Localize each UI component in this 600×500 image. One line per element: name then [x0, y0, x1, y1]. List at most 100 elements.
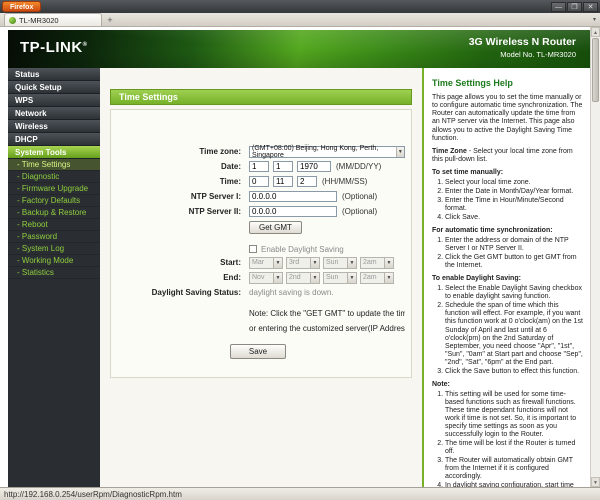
time-label: Time:: [219, 177, 241, 186]
time-minute-input[interactable]: [273, 176, 293, 187]
timezone-select[interactable]: (GMT+08:00) Beijing, Hong Kong, Perth, S…: [249, 144, 405, 159]
sidebar-item-statistics[interactable]: - Statistics: [8, 267, 100, 279]
banner-product-info: 3G Wireless N Router Model No. TL-MR3020: [469, 36, 576, 59]
product-name: 3G Wireless N Router: [468, 36, 576, 48]
status-url: http://192.168.0.254/userRpm/DiagnosticR…: [4, 489, 182, 499]
help-step: Enter the Time in Hour/Minute/Second for…: [445, 197, 583, 213]
tab-bar: TL-MR3020 + ▾: [0, 13, 600, 27]
new-tab-button[interactable]: +: [102, 14, 118, 26]
chevron-down-icon: ▼: [384, 257, 393, 268]
help-step: The Router will automatically obtain GMT…: [445, 457, 583, 481]
sidebar-item-factory-defaults[interactable]: - Factory Defaults: [8, 195, 100, 207]
registered-mark: ®: [82, 42, 88, 48]
help-step: The time will be lost if the Router is t…: [445, 440, 583, 456]
help-step: Click the Save button to effect this fun…: [445, 368, 583, 376]
start-week-select[interactable]: 3rd ▼: [286, 256, 320, 269]
sidebar-item-network[interactable]: Network: [8, 107, 100, 120]
sidebar-item-diagnostic[interactable]: - Diagnostic: [8, 171, 100, 183]
help-note-heading: Note:: [432, 380, 450, 388]
sidebar-item-reboot[interactable]: - Reboot: [8, 219, 100, 231]
start-month-select[interactable]: Mar ▼: [249, 256, 283, 269]
sidebar-item-working-mode[interactable]: - Working Mode: [8, 255, 100, 267]
sidebar-item-dhcp[interactable]: DHCP: [8, 133, 100, 146]
get-gmt-button[interactable]: Get GMT: [249, 220, 302, 234]
sidebar-item-wps[interactable]: WPS: [8, 94, 100, 107]
end-time-select[interactable]: 2am ▼: [360, 271, 394, 284]
help-panel: Time Settings Help This page allows you …: [422, 68, 590, 487]
help-timezone-para: Time Zone - Select your local time zone …: [432, 147, 573, 163]
sidebar-item-backup-restore[interactable]: - Backup & Restore: [8, 207, 100, 219]
scroll-down-icon[interactable]: ▼: [591, 477, 600, 487]
enable-daylight-saving-label: Enable Daylight Saving: [261, 244, 344, 254]
dst-end-label: End:: [223, 273, 241, 282]
time-format-hint: (HH/MM/SS): [322, 177, 368, 186]
help-step: Click the Get GMT button to get GMT from…: [445, 254, 583, 270]
dst-start-label: Start:: [220, 258, 241, 267]
ntp-server1-input[interactable]: [249, 191, 337, 202]
start-day-select[interactable]: Sun ▼: [323, 256, 357, 269]
end-week-select[interactable]: 2nd ▼: [286, 271, 320, 284]
help-step: Enter the Date in Month/Day/Year format.: [445, 188, 583, 196]
gmt-note-line2: or entering the customized server(IP Add…: [249, 324, 405, 333]
main-content: Time Settings Time zone: (GMT+08:00) Bei…: [100, 68, 422, 487]
page-title: Time Settings: [110, 89, 412, 105]
sidebar-filler: [8, 279, 100, 487]
sidebar-item-wireless[interactable]: Wireless: [8, 120, 100, 133]
tab-title: TL-MR3020: [19, 15, 59, 25]
model-number: Model No. TL-MR3020: [500, 50, 576, 59]
end-month-select[interactable]: Nov ▼: [249, 271, 283, 284]
date-month-input[interactable]: [249, 161, 269, 172]
help-auto-heading: For automatic time synchronization:: [432, 227, 553, 234]
help-auto-steps: Enter the address or domain of the NTP S…: [432, 237, 583, 270]
close-icon[interactable]: ✕: [583, 1, 598, 12]
time-hour-input[interactable]: [249, 176, 269, 187]
sidebar-item-firmware-upgrade[interactable]: - Firmware Upgrade: [8, 183, 100, 195]
scroll-up-icon[interactable]: ▲: [591, 27, 600, 37]
date-year-input[interactable]: [297, 161, 331, 172]
sidebar-item-password[interactable]: - Password: [8, 231, 100, 243]
window-controls: — ❐ ✕: [551, 1, 598, 12]
list-tabs-icon[interactable]: ▾: [593, 16, 596, 23]
chevron-down-icon: ▼: [273, 257, 282, 268]
firefox-menu-button[interactable]: Firefox: [2, 1, 42, 12]
start-time-select[interactable]: 2am ▼: [360, 256, 394, 269]
help-step: Click Save.: [445, 214, 583, 222]
help-dst-heading: To enable Daylight Saving:: [432, 275, 521, 283]
gmt-note-line1: Note: Click the "GET GMT" to update the …: [249, 309, 405, 318]
help-step: Schedule the span of time which this fun…: [445, 302, 583, 366]
tab-tl-mr3020[interactable]: TL-MR3020: [4, 13, 102, 26]
help-dst-steps: Select the Enable Daylight Saving checkb…: [432, 285, 583, 376]
help-note-steps: This setting will be used for some time-…: [432, 391, 583, 487]
header-banner: TP-LINK® 3G Wireless N Router Model No. …: [8, 30, 590, 68]
timezone-selected-value: (GMT+08:00) Beijing, Hong Kong, Perth, S…: [252, 144, 379, 159]
date-day-input[interactable]: [273, 161, 293, 172]
minimize-icon[interactable]: —: [551, 1, 566, 12]
sidebar-item-status[interactable]: Status: [8, 68, 100, 81]
help-step: Select the Enable Daylight Saving checkb…: [445, 285, 583, 301]
sidebar-item-system-log[interactable]: - System Log: [8, 243, 100, 255]
dst-status-value: daylight saving is down.: [249, 288, 334, 297]
chevron-down-icon: ▼: [384, 272, 393, 283]
ntp-server2-label: NTP Server II:: [188, 207, 241, 216]
ntp-server2-input[interactable]: [249, 206, 337, 217]
help-step: Select your local time zone.: [445, 179, 583, 187]
end-day-select[interactable]: Sun ▼: [323, 271, 357, 284]
dst-status-label: Daylight Saving Status:: [151, 288, 241, 297]
save-button[interactable]: Save: [229, 344, 287, 359]
sidebar-item-quick-setup[interactable]: Quick Setup: [8, 81, 100, 94]
tplink-logo: TP-LINK®: [20, 39, 88, 56]
scrollbar-thumb[interactable]: [592, 38, 599, 102]
timezone-label: Time zone:: [199, 147, 241, 156]
maximize-icon[interactable]: ❐: [567, 1, 582, 12]
enable-daylight-saving-checkbox[interactable]: [249, 245, 257, 253]
help-intro: This page allows you to set the time man…: [432, 94, 583, 142]
chevron-down-icon: ▼: [347, 272, 356, 283]
ntp-server1-optional-hint: (Optional): [342, 192, 378, 201]
sidebar-item-time-settings[interactable]: - Time Settings: [8, 159, 100, 171]
help-manual-heading: To set time manually:: [432, 168, 504, 176]
vertical-scrollbar[interactable]: ▲ ▼: [590, 27, 600, 487]
help-step: This setting will be used for some time-…: [445, 391, 583, 439]
ntp-server1-label: NTP Server I:: [190, 192, 241, 201]
sidebar-item-system-tools[interactable]: System Tools: [8, 146, 100, 159]
time-second-input[interactable]: [297, 176, 317, 187]
